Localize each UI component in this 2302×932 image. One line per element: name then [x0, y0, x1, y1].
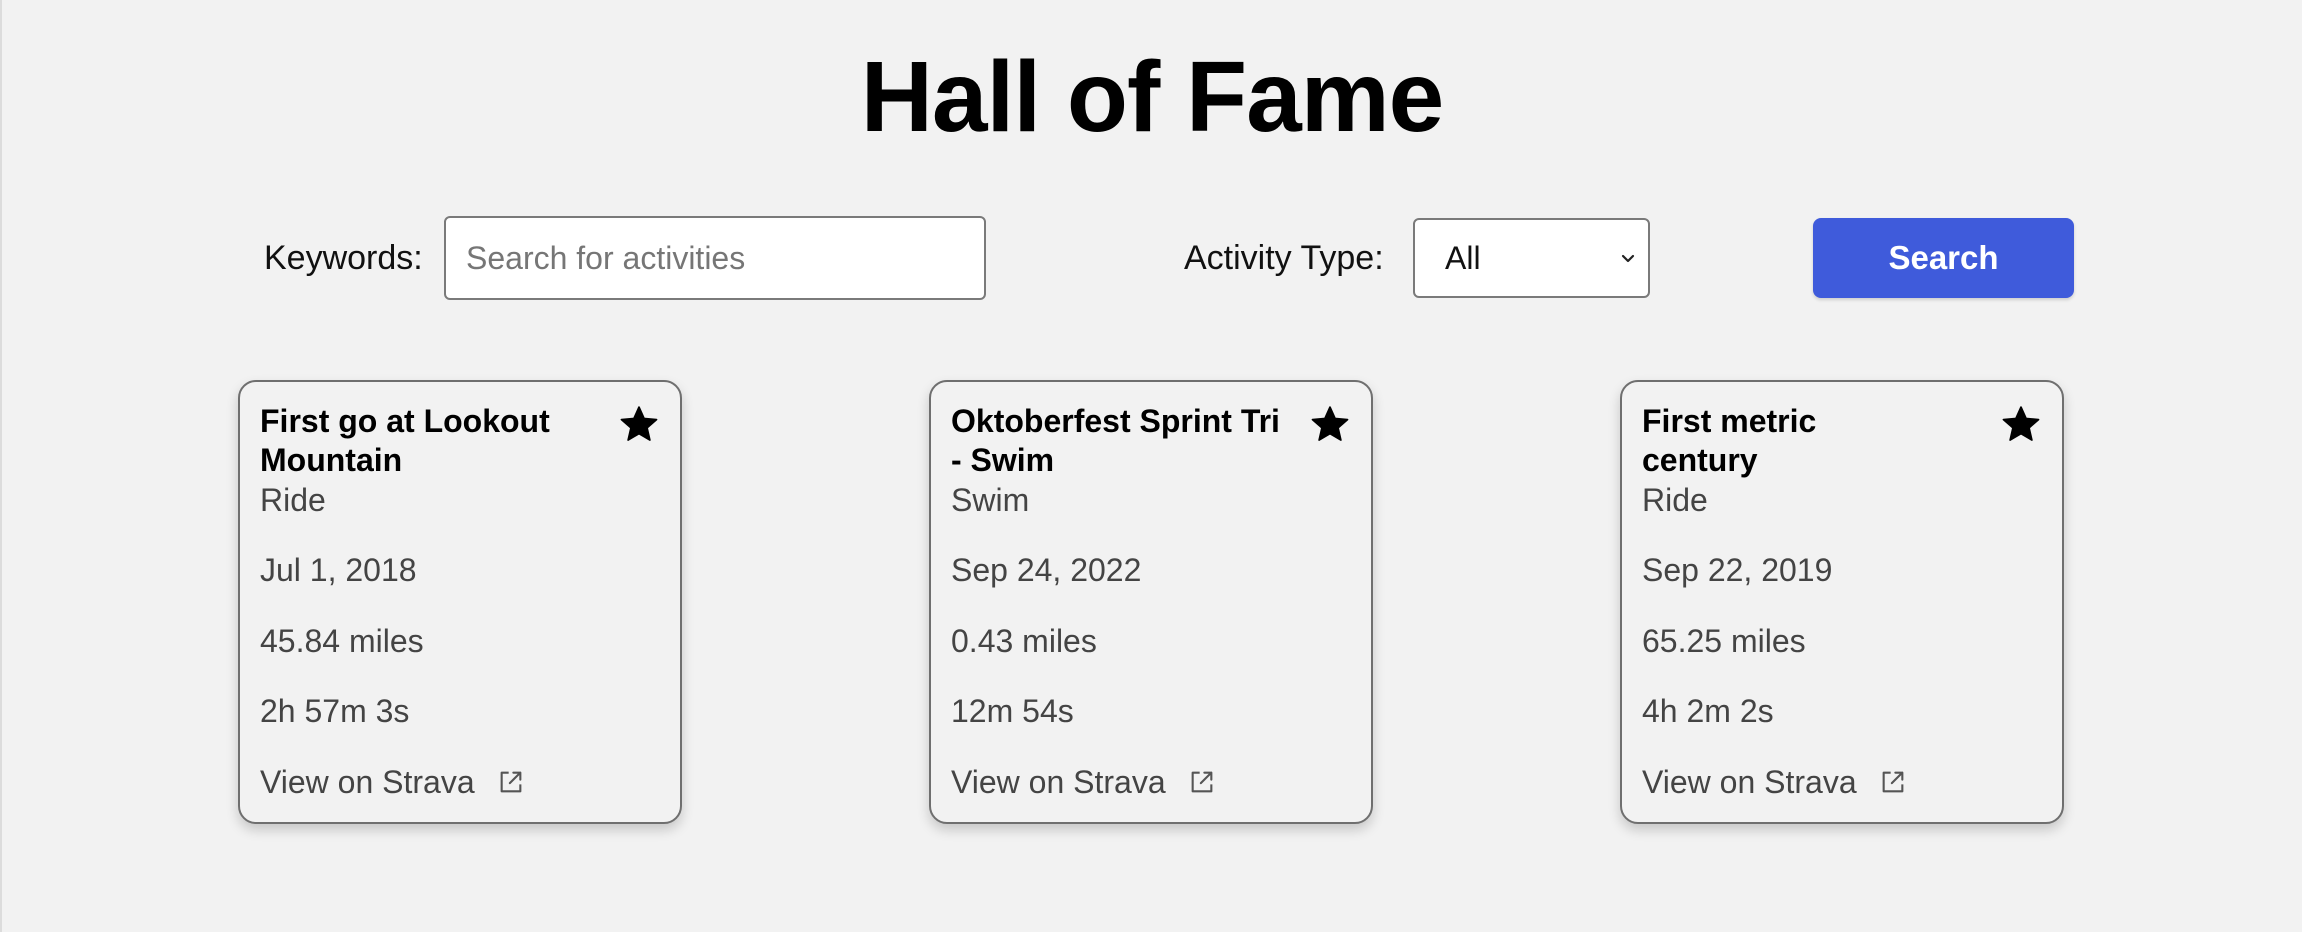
view-on-strava-link[interactable]: View on Strava — [1642, 762, 1907, 802]
activity-card: First go at Lookout Mountain Ride Jul 1,… — [238, 380, 682, 824]
activity-type-selected-value: All — [1445, 240, 1481, 276]
activity-type: Ride — [1642, 482, 1708, 518]
view-on-strava-label: View on Strava — [1642, 764, 1857, 800]
search-button[interactable]: Search — [1813, 218, 2074, 298]
view-on-strava-label: View on Strava — [260, 764, 475, 800]
star-icon[interactable] — [2000, 404, 2042, 446]
activity-duration: 12m 54s — [951, 693, 1074, 729]
filter-bar: Keywords: Activity Type: All Search — [2, 216, 2302, 300]
keywords-label: Keywords: — [264, 239, 423, 277]
keywords-input[interactable] — [444, 216, 986, 300]
view-on-strava-label: View on Strava — [951, 764, 1166, 800]
activity-type-select[interactable]: All — [1413, 218, 1650, 298]
card-title: Oktoberfest Sprint Tri - Swim — [951, 403, 1280, 478]
activity-distance: 45.84 miles — [260, 623, 424, 659]
activity-distance: 0.43 miles — [951, 623, 1097, 659]
activity-type: Swim — [951, 482, 1030, 518]
activity-distance: 65.25 miles — [1642, 623, 1806, 659]
external-link-icon — [1191, 771, 1213, 793]
external-link-icon — [500, 771, 522, 793]
external-link-icon — [1882, 771, 1904, 793]
activity-date: Sep 24, 2022 — [951, 552, 1142, 588]
view-on-strava-link[interactable]: View on Strava — [260, 762, 525, 802]
star-icon[interactable] — [618, 404, 660, 446]
chevron-down-icon — [1621, 254, 1635, 263]
view-on-strava-link[interactable]: View on Strava — [951, 762, 1216, 802]
activity-card: First metric century Ride Sep 22, 2019 6… — [1620, 380, 2064, 824]
activity-card: Oktoberfest Sprint Tri - Swim Swim Sep 2… — [929, 380, 1373, 824]
activity-type-label: Activity Type: — [1184, 239, 1384, 277]
activity-type: Ride — [260, 482, 326, 518]
star-icon[interactable] — [1309, 404, 1351, 446]
page-title: Hall of Fame — [860, 41, 1445, 153]
card-title: First go at Lookout Mountain — [260, 403, 550, 478]
activity-duration: 4h 2m 2s — [1642, 693, 1774, 729]
activity-date: Jul 1, 2018 — [260, 552, 417, 588]
card-title: First metric century — [1642, 403, 1817, 478]
activity-duration: 2h 57m 3s — [260, 693, 410, 729]
activity-date: Sep 22, 2019 — [1642, 552, 1833, 588]
